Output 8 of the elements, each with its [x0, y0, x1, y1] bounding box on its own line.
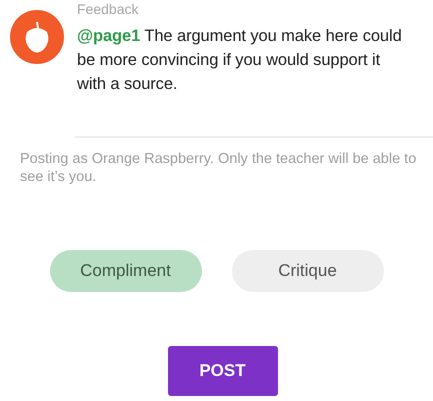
comment-text: @page1 The argument you make here could be more convincing if you would support it with a source.: [77, 26, 403, 95]
feedback-label: Feedback: [77, 0, 140, 18]
mention-link[interactable]: @page1: [77, 27, 140, 45]
posting-notice: Posting as Orange Raspberry. Only the teacher will be able to see it’s you.: [20, 150, 418, 186]
raspberry-icon: [10, 10, 64, 64]
type-chip[interactable]: Compliment: [50, 250, 202, 292]
post-button[interactable]: POST: [168, 346, 278, 396]
type-chip[interactable]: Critique: [232, 250, 384, 292]
